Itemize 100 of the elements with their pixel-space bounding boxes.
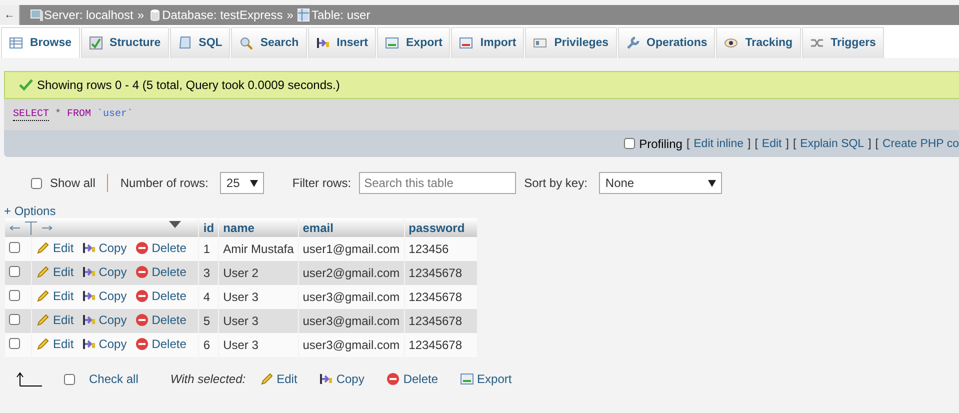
tab[interactable]: Tracking	[716, 27, 801, 58]
filter-field[interactable]: Search this table	[359, 172, 516, 194]
copy-icon	[319, 372, 334, 386]
column-header[interactable]: email	[298, 218, 404, 237]
table-cell: 3	[199, 261, 218, 285]
row-action-link[interactable]: Copy	[82, 312, 127, 326]
bulk-action-button[interactable]: Edit	[260, 372, 298, 386]
minus-circle-icon	[386, 372, 400, 386]
minus-circle-icon	[134, 312, 149, 326]
row-action-link[interactable]: Delete	[134, 288, 186, 302]
check-all-link[interactable]: Check all	[89, 372, 138, 386]
bracket: [	[792, 138, 796, 150]
column-header[interactable]: name	[219, 218, 298, 237]
row-checkbox[interactable]	[9, 338, 20, 349]
row-checkbox[interactable]	[9, 242, 20, 253]
rows-select[interactable]: 25	[220, 172, 264, 194]
row-action-link[interactable]: Copy	[82, 336, 127, 350]
table-cell: user2@gmail.com	[298, 261, 404, 285]
row-action-link[interactable]: Edit	[36, 240, 74, 254]
insert-icon	[316, 36, 330, 50]
tab[interactable]: Privileges	[525, 27, 617, 58]
column-header[interactable]: id	[199, 218, 218, 237]
card-icon	[533, 36, 548, 50]
row-action-link[interactable]: Copy	[82, 240, 127, 254]
bulk-action-button[interactable]: Copy	[319, 372, 364, 386]
sql-keyword: FROM	[67, 109, 92, 120]
row-action-link[interactable]: Copy	[82, 288, 127, 302]
breadcrumb-link[interactable]: Database: testExpress	[162, 8, 283, 22]
column-resize-header[interactable]	[5, 218, 198, 237]
copy-icon	[82, 240, 96, 254]
row-checkbox[interactable]	[9, 290, 20, 301]
tab[interactable]: Export	[377, 27, 450, 58]
row-action-link[interactable]: Delete	[134, 336, 186, 350]
query-link[interactable]: Edit inline	[694, 138, 744, 150]
profiling-label: Profiling	[639, 136, 682, 150]
pencil-icon	[36, 312, 50, 326]
bracket: ]	[786, 138, 789, 150]
separator: »	[286, 8, 294, 22]
back-button[interactable]: ←	[0, 5, 20, 25]
pencil-icon	[36, 240, 50, 254]
row-action-link[interactable]: Edit	[36, 264, 74, 278]
checkmark-icon	[19, 78, 33, 92]
filter-label: Filter rows:	[292, 176, 352, 190]
query-link[interactable]: Edit	[762, 138, 782, 150]
bulk-action-button[interactable]: Delete	[386, 372, 438, 386]
column-header[interactable]: password	[404, 218, 477, 237]
breadcrumb-link[interactable]: Table: user	[311, 8, 370, 22]
show-all-checkbox[interactable]	[31, 178, 42, 188]
sort-select[interactable]: None	[599, 172, 722, 194]
table-cell: 6	[199, 333, 218, 357]
search-icon	[239, 36, 254, 50]
sort-label: Sort by key:	[524, 176, 588, 190]
bracket: ]	[868, 138, 872, 150]
bulk-action-button[interactable]: Export	[460, 372, 512, 386]
show-all-label: Show all	[50, 176, 96, 190]
row-action-link[interactable]: Copy	[82, 264, 127, 278]
row-checkbox[interactable]	[9, 314, 20, 325]
tab[interactable]: Browse	[1, 27, 80, 58]
profiling-checkbox[interactable]	[624, 138, 636, 149]
column-arrows-icon	[9, 220, 53, 234]
bracket: [	[754, 138, 758, 150]
tab[interactable]: SQL	[170, 27, 230, 58]
options-link[interactable]: + Options	[4, 204, 959, 218]
tab[interactable]: Search	[231, 27, 307, 58]
row-action-link[interactable]: Edit	[36, 312, 74, 326]
row-action-link[interactable]: Delete	[134, 264, 186, 278]
separator: »	[137, 8, 144, 22]
row-checkbox[interactable]	[9, 266, 20, 277]
with-selected-label: With selected:	[170, 372, 246, 386]
table-icon	[297, 8, 312, 22]
table-cell: user1@gmail.com	[298, 237, 404, 261]
message-text: Showing rows 0 - 4 (5 total, Query took 0.0009 seconds.)	[37, 78, 340, 92]
table-cell: User 3	[219, 309, 298, 333]
check-all-checkbox[interactable]	[64, 374, 75, 384]
table-cell: 123456	[404, 237, 477, 261]
row-action-link[interactable]: Delete	[134, 312, 186, 326]
minus-circle-icon	[134, 336, 149, 350]
tab[interactable]: Import	[451, 27, 524, 58]
tab[interactable]: Insert	[308, 27, 376, 58]
query-link[interactable]: Create PHP co	[882, 138, 959, 150]
query-link[interactable]: Explain SQL	[800, 138, 864, 150]
corner-arrow-icon	[16, 371, 42, 387]
table-cell: 5	[199, 309, 218, 333]
minus-circle-icon	[134, 264, 149, 278]
tab[interactable]: Operations	[618, 27, 716, 58]
sql-asterisk: *	[55, 109, 62, 120]
tab[interactable]: Structure	[80, 27, 169, 58]
row-action-link[interactable]: Edit	[36, 336, 74, 350]
row-action-link[interactable]: Delete	[134, 240, 186, 254]
export-icon	[385, 36, 399, 50]
table-cell: Amir Mustafa	[219, 237, 298, 261]
row-action-link[interactable]: Edit	[36, 288, 74, 302]
dropdown-icon	[169, 220, 181, 228]
database-icon	[148, 8, 162, 22]
minus-circle-icon	[134, 240, 149, 254]
import-icon	[459, 36, 474, 50]
tab[interactable]: Triggers	[802, 27, 884, 58]
sql-keyword: SELECT	[13, 108, 50, 120]
breadcrumb-link[interactable]: Server: localhost	[44, 8, 134, 22]
copy-icon	[82, 264, 96, 278]
